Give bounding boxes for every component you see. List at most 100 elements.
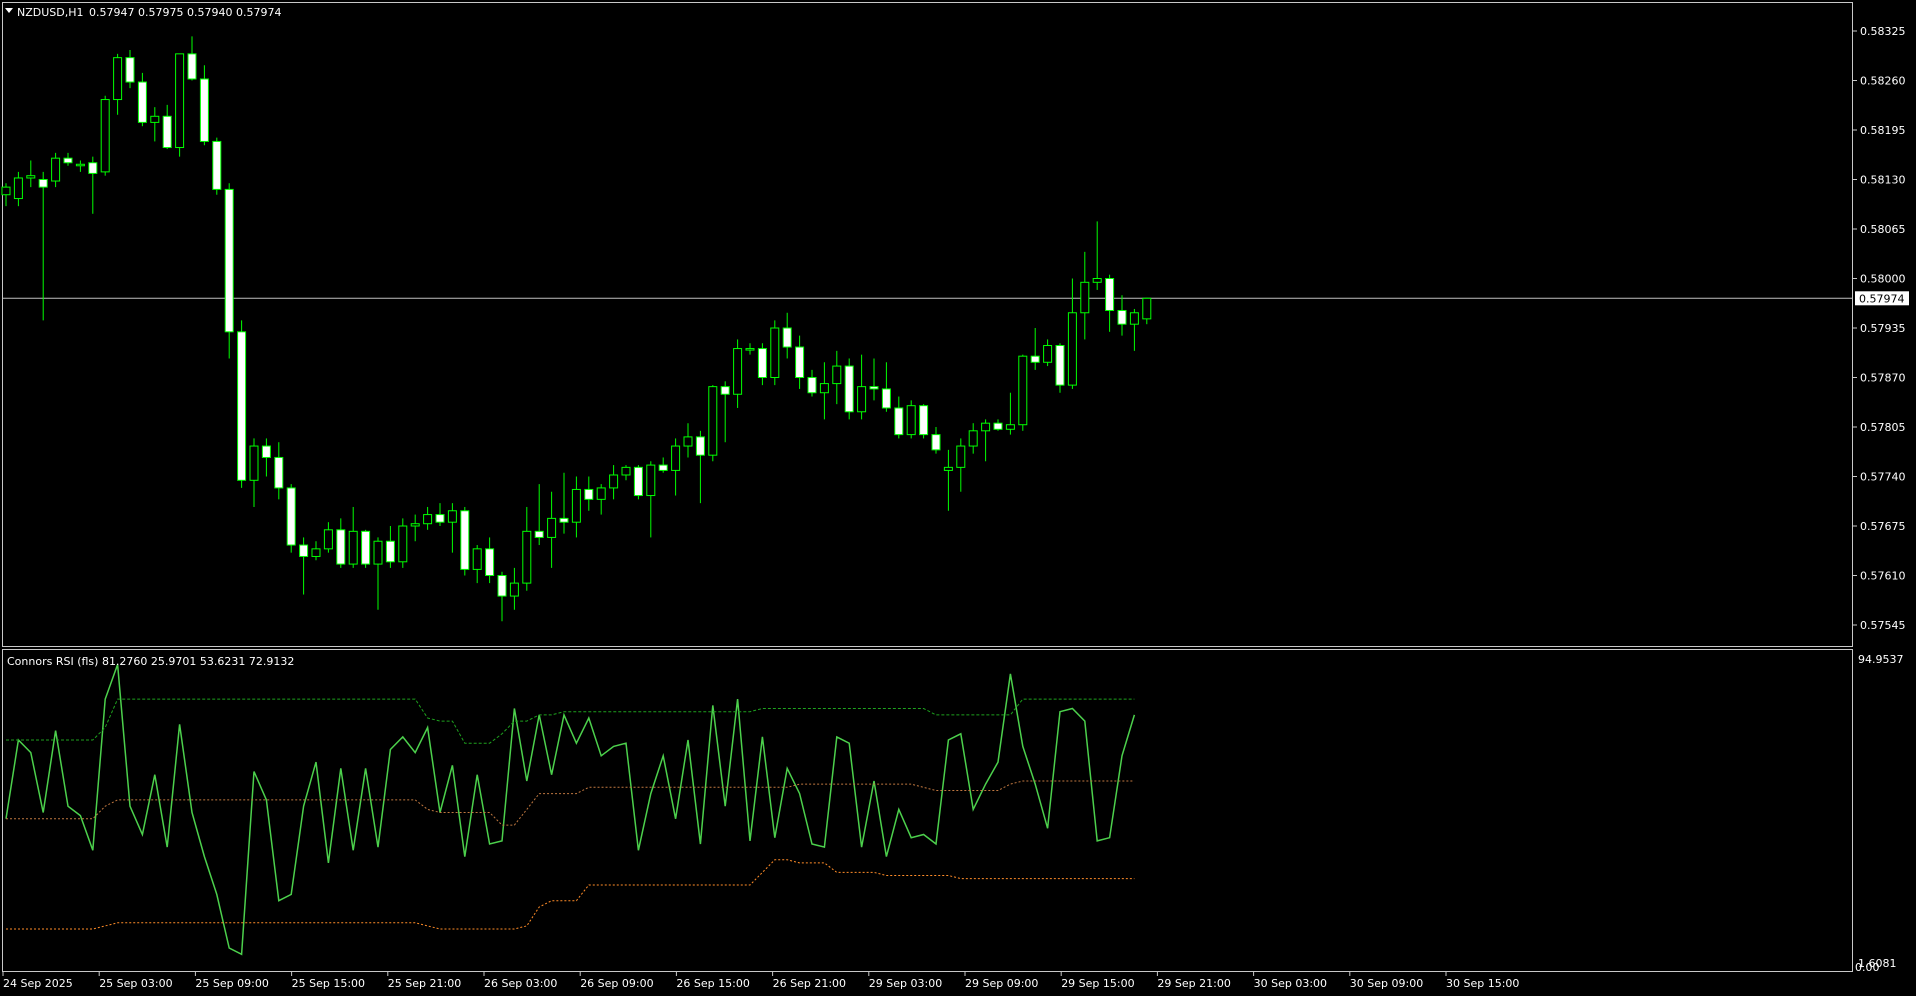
candle[interactable] (199, 65, 209, 146)
candle[interactable] (770, 320, 780, 386)
candle[interactable] (534, 484, 544, 546)
candle[interactable] (559, 472, 569, 534)
candle[interactable] (522, 506, 532, 591)
candle[interactable] (323, 522, 333, 553)
candle[interactable] (857, 354, 867, 420)
candle[interactable] (993, 419, 1003, 431)
candle[interactable] (162, 104, 172, 150)
candle[interactable] (646, 461, 656, 538)
candle[interactable] (931, 427, 941, 454)
candle[interactable] (51, 152, 61, 188)
candle[interactable] (336, 518, 346, 568)
candle[interactable] (881, 362, 891, 412)
candle[interactable] (261, 438, 271, 477)
candle[interactable] (150, 107, 160, 142)
candle[interactable] (733, 339, 743, 408)
candle[interactable] (274, 442, 284, 500)
candle[interactable] (175, 53, 185, 157)
candle[interactable] (249, 438, 259, 507)
candle[interactable] (1018, 354, 1028, 431)
candle[interactable] (819, 362, 829, 420)
candle[interactable] (224, 183, 234, 359)
candle[interactable] (1055, 343, 1065, 393)
candle[interactable] (571, 476, 581, 538)
candle[interactable] (75, 160, 85, 172)
candle[interactable] (943, 449, 953, 511)
candle-body-bear (1055, 345, 1065, 386)
candle[interactable] (720, 381, 730, 443)
candle[interactable] (137, 72, 147, 127)
candle[interactable] (460, 506, 470, 576)
candle[interactable] (398, 518, 408, 568)
candle[interactable] (1105, 274, 1115, 332)
candle[interactable] (584, 476, 594, 511)
candle[interactable] (125, 50, 135, 89)
candle[interactable] (795, 335, 805, 389)
candle[interactable] (1142, 297, 1152, 325)
candle[interactable] (63, 152, 73, 166)
candle[interactable] (708, 385, 718, 462)
candle[interactable] (113, 53, 123, 115)
candle[interactable] (410, 514, 420, 542)
candle-body-bull (547, 517, 557, 538)
candle[interactable] (1129, 308, 1139, 351)
candle[interactable] (1117, 295, 1127, 336)
candle[interactable] (373, 537, 383, 610)
candle[interactable] (212, 137, 222, 195)
candle[interactable] (609, 465, 619, 500)
candle[interactable] (671, 438, 681, 496)
candle[interactable] (472, 545, 482, 584)
candle[interactable] (509, 567, 519, 610)
candle[interactable] (435, 503, 445, 526)
candle[interactable] (348, 506, 358, 568)
chart-canvas[interactable]: 0.58325 0.58260 0.58195 0.58130 0.58065 0.580… (0, 0, 1916, 996)
candle[interactable] (237, 320, 247, 488)
candle[interactable] (956, 438, 966, 492)
candle[interactable] (981, 419, 991, 462)
candle[interactable] (100, 95, 110, 176)
candle[interactable] (894, 396, 904, 439)
candle[interactable] (1067, 278, 1077, 389)
candle[interactable] (633, 465, 643, 500)
candle[interactable] (844, 358, 854, 420)
candle[interactable] (361, 529, 371, 568)
candle[interactable] (1, 183, 11, 207)
candle[interactable] (745, 343, 755, 355)
candle[interactable] (1080, 251, 1090, 340)
candle[interactable] (485, 537, 495, 584)
candle[interactable] (187, 36, 197, 81)
candle[interactable] (1030, 328, 1040, 370)
candle[interactable] (832, 350, 842, 405)
candle[interactable] (621, 465, 631, 481)
candle[interactable] (1005, 392, 1015, 435)
candle[interactable] (782, 312, 792, 359)
candle[interactable] (1043, 339, 1053, 367)
candle[interactable] (447, 503, 457, 553)
candle-body-bull (522, 530, 532, 584)
candle[interactable] (658, 457, 668, 473)
candle[interactable] (906, 400, 916, 439)
candle[interactable] (26, 160, 36, 188)
candle[interactable] (286, 484, 296, 553)
candle[interactable] (547, 491, 557, 568)
candle[interactable] (869, 358, 879, 401)
candle[interactable] (385, 526, 395, 568)
candle[interactable] (695, 430, 705, 504)
candle[interactable] (88, 156, 98, 214)
price-tick-label: 0.57675 (1860, 520, 1906, 533)
candle[interactable] (1092, 221, 1102, 290)
candle[interactable] (423, 506, 433, 530)
candle[interactable] (757, 343, 767, 386)
candle[interactable] (683, 423, 693, 458)
candle[interactable] (311, 541, 321, 561)
candle[interactable] (968, 423, 978, 454)
candle[interactable] (299, 537, 309, 595)
candle[interactable] (497, 571, 507, 622)
indicator-label: Connors RSI (fls) 81.2760 25.9701 53.623… (7, 655, 294, 668)
candle[interactable] (807, 369, 817, 397)
triangle-down-icon[interactable] (5, 8, 13, 13)
candle[interactable] (919, 404, 929, 439)
candle[interactable] (13, 171, 23, 207)
candle[interactable] (596, 484, 606, 515)
candlestick-series (1, 36, 1152, 622)
